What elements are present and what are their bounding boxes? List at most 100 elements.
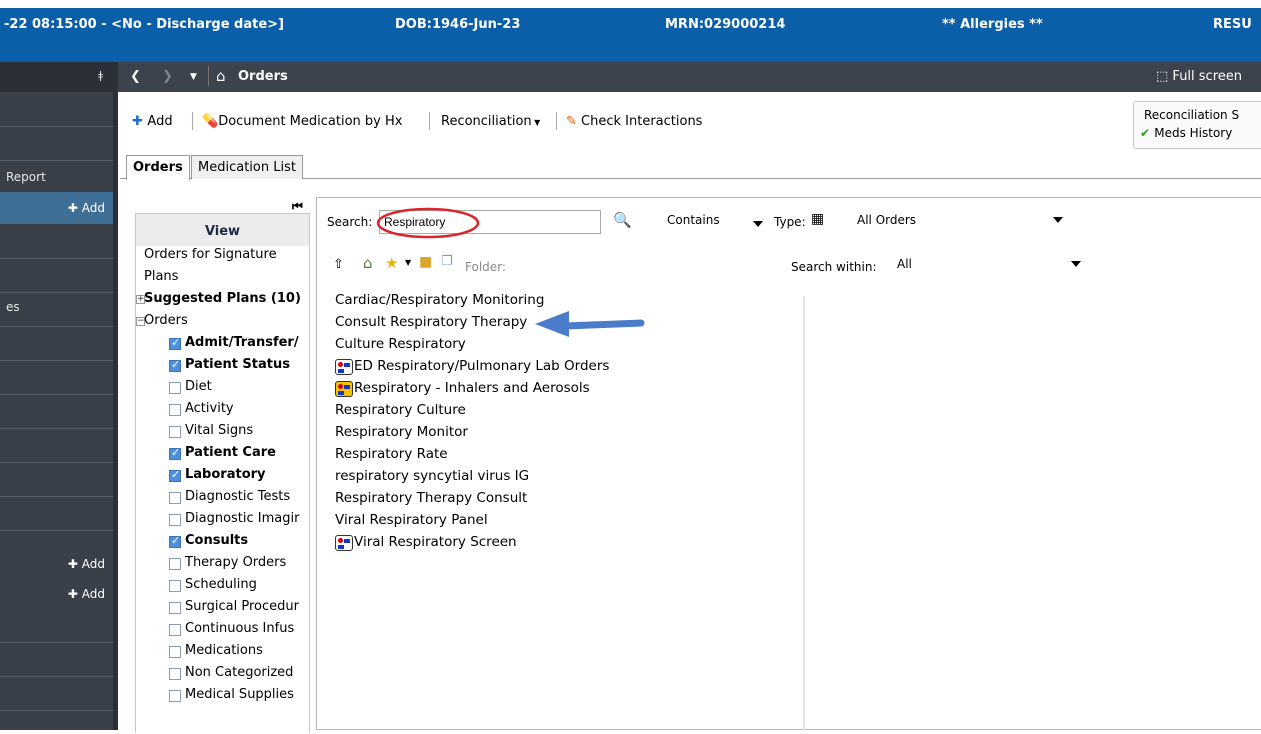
sidebar-divider xyxy=(0,530,113,531)
result-item[interactable]: Viral Respiratory Panel xyxy=(335,512,488,534)
sidebar-divider xyxy=(0,642,113,643)
sidebar-item-selected[interactable]: ✚ Add xyxy=(0,192,113,224)
sidebar-divider xyxy=(0,126,113,127)
tab-orders[interactable]: Orders xyxy=(126,155,190,180)
allergies-link[interactable]: ** Allergies ** xyxy=(942,17,1043,32)
view-navigator: ⏮ View Orders for Signature Plans + Sugge… xyxy=(135,195,310,734)
view-header: View xyxy=(204,224,241,239)
meds-history-status[interactable]: ✔ Meds History xyxy=(1140,126,1232,140)
category-checkbox[interactable] xyxy=(169,336,181,350)
folder-up-icon[interactable]: ⇧ xyxy=(333,257,344,272)
full-screen-icon: ⬚ xyxy=(1156,69,1173,84)
page-title: Orders xyxy=(238,69,288,84)
sidebar-divider xyxy=(0,258,113,259)
category-checkbox[interactable] xyxy=(169,492,181,504)
match-mode-dropdown[interactable]: Contains xyxy=(661,210,765,234)
toolbar-separator xyxy=(556,112,557,130)
pill-icon: 💊 xyxy=(202,114,219,129)
reconciliation-dropdown[interactable]: Reconciliation ▼ xyxy=(441,114,540,129)
nav-separator xyxy=(208,66,209,86)
sidebar-divider xyxy=(0,292,113,293)
category-checkbox[interactable] xyxy=(169,624,181,636)
result-item[interactable]: Respiratory Monitor xyxy=(335,424,468,446)
orders-tabs: Orders Medication List xyxy=(120,155,1261,180)
result-item[interactable]: Respiratory Rate xyxy=(335,446,448,468)
search-label: Search: xyxy=(327,215,373,229)
category-checkbox[interactable] xyxy=(169,514,181,526)
results-divider xyxy=(803,296,805,730)
home-folder-icon[interactable]: ⌂ xyxy=(363,254,373,272)
category-checkbox[interactable] xyxy=(169,646,181,658)
full-screen-button[interactable]: ⬚ Full screen xyxy=(1156,69,1242,84)
sidebar-item-add-2[interactable]: ✚ Add xyxy=(0,586,113,618)
collapse-panel-icon[interactable]: ⏮ xyxy=(292,199,303,214)
category-checkbox[interactable] xyxy=(169,426,181,438)
reconciliation-status-box: Reconciliation S ✔ Meds History xyxy=(1133,101,1261,149)
result-item[interactable]: respiratory syncytial virus IG xyxy=(335,468,529,490)
history-dropdown-icon[interactable]: ▼ xyxy=(190,72,197,82)
orders-toolbar: ✚ Add 💊Document Medication by Hx Reconci… xyxy=(120,100,1261,140)
home-icon[interactable]: ⌂ xyxy=(216,67,226,85)
sidebar-item-add-1[interactable]: ✚ Add xyxy=(0,552,113,584)
sidebar-divider xyxy=(0,496,113,497)
sidebar-item-es[interactable]: es xyxy=(6,300,20,314)
category-checkbox[interactable] xyxy=(169,404,181,416)
category-checkbox[interactable] xyxy=(169,468,181,482)
result-item[interactable]: Cardiac/Respiratory Monitoring xyxy=(335,292,544,314)
pin-icon[interactable]: ǂ xyxy=(98,69,103,82)
result-item[interactable]: Respiratory Therapy Consult xyxy=(335,490,527,512)
category-checkbox[interactable] xyxy=(169,382,181,394)
category-checkbox[interactable] xyxy=(169,534,181,548)
chevron-down-icon: ▼ xyxy=(531,118,541,127)
folder-icon[interactable]: ■ xyxy=(419,254,432,270)
sidebar-divider xyxy=(0,360,113,361)
magnifier-icon[interactable]: 🔍 xyxy=(613,211,632,229)
sidebar-add-button[interactable]: ✚ Add xyxy=(68,201,105,215)
sidebar-add-button[interactable]: ✚ Add xyxy=(68,557,105,571)
order-type-dropdown[interactable]: All Orders xyxy=(851,210,1069,234)
category-checkbox[interactable] xyxy=(169,602,181,614)
careset-icon xyxy=(335,381,353,397)
type-label: Type: xyxy=(774,215,806,229)
banner-top-strip xyxy=(0,0,1261,8)
check-interactions-button[interactable]: ✎ Check Interactions xyxy=(566,114,702,129)
page-navbar: ❮ ❯ ▼ ⌂ Orders ⬚ Full screen xyxy=(118,62,1261,92)
view-tree: Orders for Signature Plans + Suggested Pl… xyxy=(136,246,309,734)
sidebar-item-report[interactable]: Report xyxy=(6,170,46,184)
document-medication-button[interactable]: 💊Document Medication by Hx xyxy=(202,114,402,129)
panel-splitter[interactable] xyxy=(113,62,118,730)
arrow-annotation xyxy=(535,311,645,337)
checkmark-icon: ✔ xyxy=(1140,126,1155,140)
sidebar-divider xyxy=(0,428,113,429)
category-checkbox[interactable] xyxy=(169,668,181,680)
order-search-panel: Search: 🔍 Contains Type: ▦ All Orders ⇧ … xyxy=(316,197,1261,730)
copy-icon[interactable]: ❐ xyxy=(441,254,453,269)
add-order-button[interactable]: ✚ Add xyxy=(132,114,173,129)
careset-icon xyxy=(335,359,353,375)
view-panel-frame: View Orders for Signature Plans + Suggest… xyxy=(135,213,310,734)
sidebar-add-button[interactable]: ✚ Add xyxy=(68,587,105,601)
toolbar-separator xyxy=(192,112,193,130)
mrn-text[interactable]: MRN:029000214 xyxy=(665,17,785,32)
forward-icon[interactable]: ❯ xyxy=(162,69,173,84)
tab-medication-list[interactable]: Medication List xyxy=(191,155,303,179)
search-within-dropdown[interactable]: All xyxy=(891,254,1087,278)
sidebar-divider xyxy=(0,160,113,161)
chevron-down-icon xyxy=(753,221,763,227)
result-item[interactable]: Consult Respiratory Therapy xyxy=(335,314,527,336)
category-checkbox[interactable] xyxy=(169,558,181,570)
result-item[interactable]: Respiratory Culture xyxy=(335,402,466,424)
interaction-icon: ✎ xyxy=(566,114,582,129)
category-checkbox[interactable] xyxy=(169,690,181,702)
category-checkbox[interactable] xyxy=(169,358,181,372)
chevron-down-icon[interactable]: ▼ xyxy=(405,258,411,267)
category-checkbox[interactable] xyxy=(169,446,181,460)
careset-icon xyxy=(335,535,353,551)
category-checkbox[interactable] xyxy=(169,580,181,592)
patient-banner: -22 08:15:00 - <No - Discharge date>] DO… xyxy=(0,0,1261,62)
back-icon[interactable]: ❮ xyxy=(130,69,141,84)
result-item[interactable]: Culture Respiratory xyxy=(335,336,466,358)
favorites-star-icon[interactable]: ★ xyxy=(385,254,398,272)
toolbar-separator xyxy=(429,112,430,130)
sidebar-header: ǂ xyxy=(0,62,113,92)
